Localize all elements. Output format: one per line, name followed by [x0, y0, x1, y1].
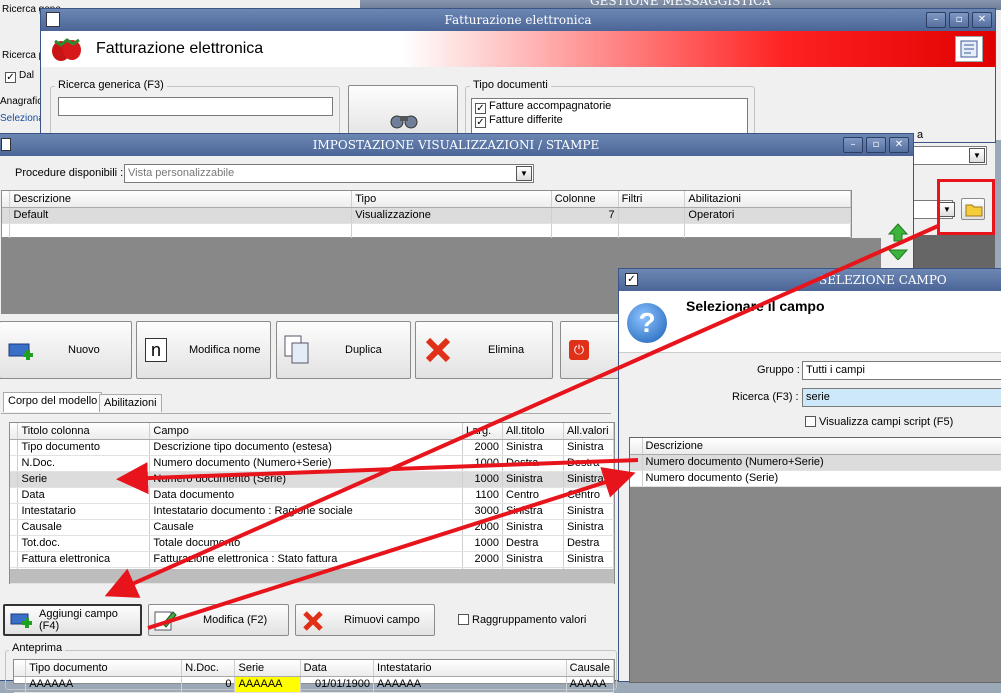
arrow-aggiungi-to-list [147, 467, 636, 630]
arrow-folder-to-aggiungi [104, 224, 939, 598]
arrow-list-to-serie [116, 458, 639, 495]
annotation-arrows [104, 224, 939, 630]
